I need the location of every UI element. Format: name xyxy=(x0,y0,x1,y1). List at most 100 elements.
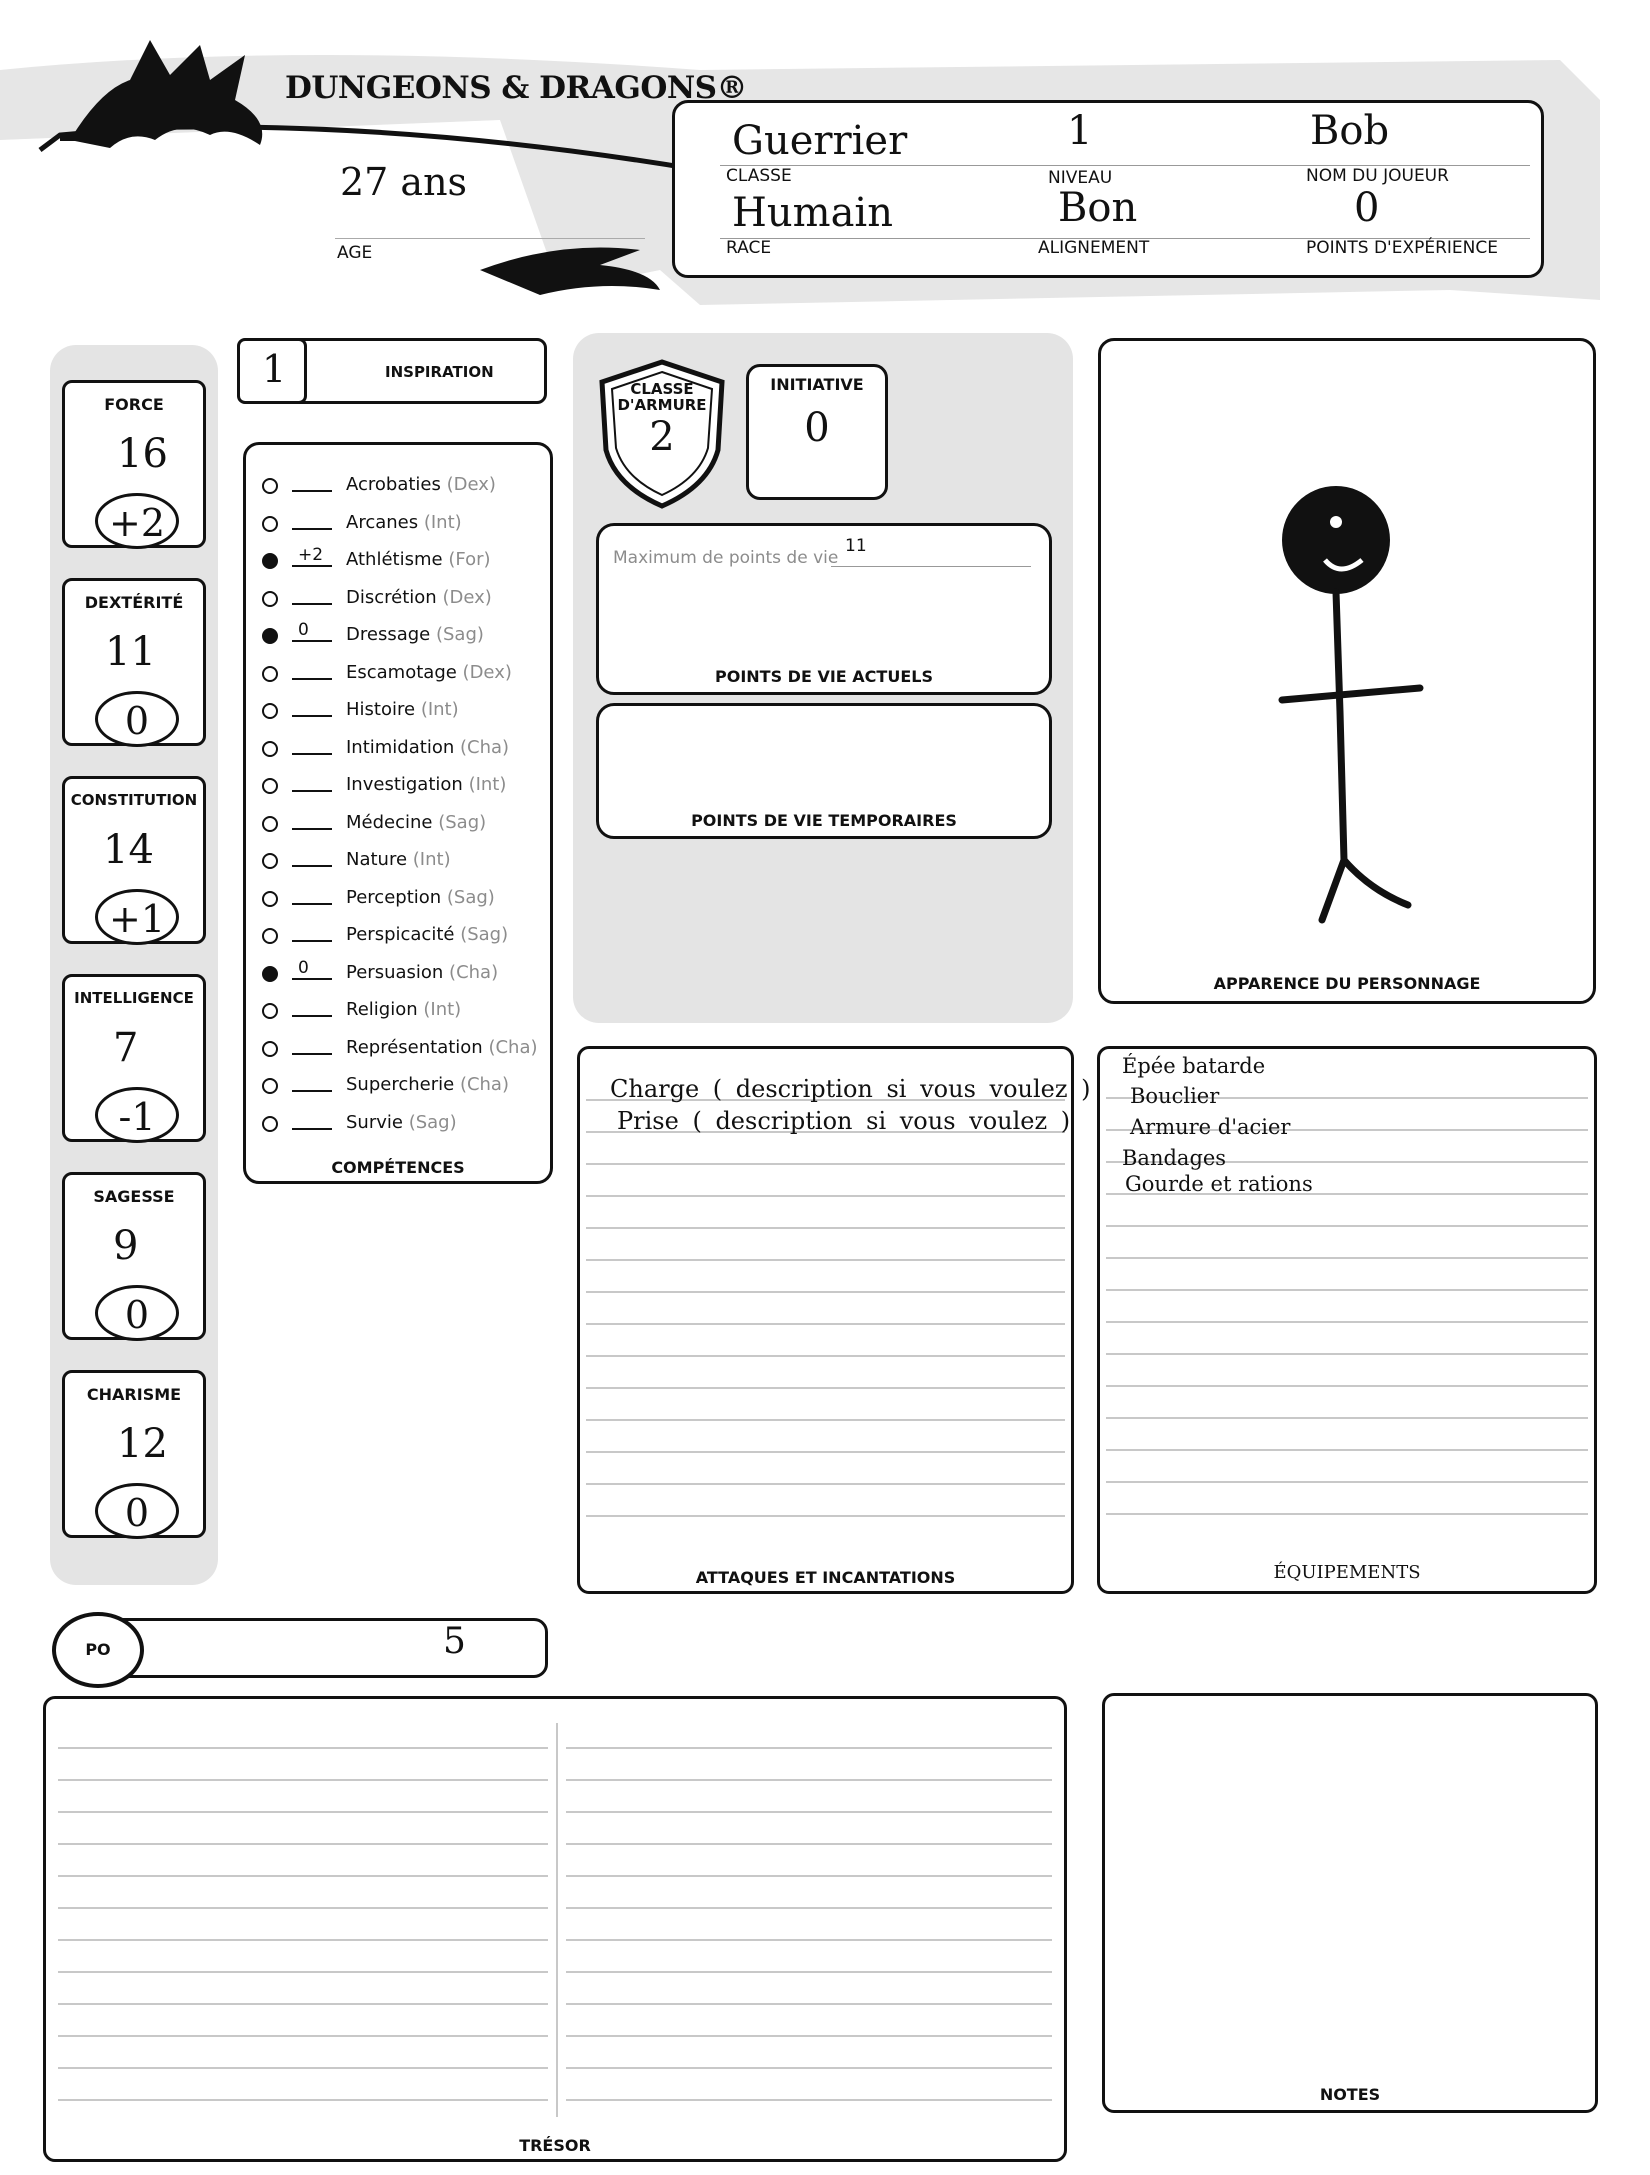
skill-row[interactable]: Histoire (Int) xyxy=(262,699,552,729)
skill-name: Intimidation (Cha) xyxy=(346,737,509,758)
skill-row[interactable]: Supercherie (Cha) xyxy=(262,1074,552,1104)
proficiency-checkbox[interactable] xyxy=(262,1078,278,1094)
skill-row[interactable]: Acrobaties (Dex) xyxy=(262,474,552,504)
ability-score[interactable]: 12 xyxy=(117,1421,168,1467)
ability-score[interactable]: 16 xyxy=(117,431,168,477)
skill-value[interactable]: 0 xyxy=(292,958,332,980)
class-value[interactable]: Guerrier xyxy=(732,118,907,164)
equipment-item[interactable]: Gourde et rations xyxy=(1125,1172,1313,1196)
proficiency-checkbox[interactable] xyxy=(262,553,278,569)
proficiency-checkbox[interactable] xyxy=(262,590,278,607)
equipment-item[interactable]: Bandages xyxy=(1122,1146,1226,1170)
hp-temp-box[interactable]: POINTS DE VIE TEMPORAIRES xyxy=(596,703,1052,839)
treasure-panel[interactable]: TRÉSOR xyxy=(43,1696,1067,2162)
proficiency-checkbox[interactable] xyxy=(262,1115,278,1132)
ability-score[interactable]: 11 xyxy=(105,629,156,675)
ability-modifier[interactable]: +2 xyxy=(95,493,179,549)
hp-max-value[interactable]: 11 xyxy=(845,536,867,556)
proficiency-checkbox[interactable] xyxy=(262,628,278,644)
inspiration-field[interactable]: 1 INSPIRATION xyxy=(237,338,547,404)
proficiency-checkbox[interactable] xyxy=(262,965,278,982)
skill-row[interactable]: Investigation (Int) xyxy=(262,774,552,804)
skill-row[interactable]: Perception (Sag) xyxy=(262,887,552,917)
skill-row[interactable]: Survie (Sag) xyxy=(262,1112,552,1142)
skill-value[interactable] xyxy=(292,695,332,717)
gold-field[interactable]: 5 xyxy=(88,1618,548,1678)
ability-modifier[interactable]: +1 xyxy=(95,889,179,945)
skill-row[interactable]: Escamotage (Dex) xyxy=(262,662,552,692)
level-value[interactable]: 1 xyxy=(1067,108,1092,154)
skill-attribute: (Cha) xyxy=(449,961,499,983)
ability-modifier[interactable]: 0 xyxy=(95,691,179,747)
attack-line-2[interactable]: Prise ( description si vous voulez ) xyxy=(617,1107,1070,1135)
skill-value[interactable] xyxy=(292,1108,332,1130)
skill-row[interactable]: Médecine (Sag) xyxy=(262,812,552,842)
inspiration-value[interactable]: 1 xyxy=(262,347,286,391)
ability-modifier[interactable]: 0 xyxy=(95,1483,179,1539)
initiative-value[interactable]: 0 xyxy=(749,405,885,451)
proficiency-checkbox[interactable] xyxy=(262,928,278,944)
skill-value[interactable] xyxy=(292,770,332,792)
proficiency-checkbox[interactable] xyxy=(262,515,278,532)
ability-score[interactable]: 9 xyxy=(113,1223,138,1269)
skill-row[interactable]: Arcanes (Int) xyxy=(262,512,552,542)
proficiency-checkbox[interactable] xyxy=(262,1040,278,1057)
skill-row[interactable]: Religion (Int) xyxy=(262,999,552,1029)
xp-value[interactable]: 0 xyxy=(1354,185,1379,231)
notes-panel[interactable]: NOTES xyxy=(1102,1693,1598,2113)
proficiency-checkbox[interactable] xyxy=(262,665,278,682)
proficiency-checkbox[interactable] xyxy=(262,703,278,719)
armor-class-shield[interactable]: CLASSE D'ARMURE 2 xyxy=(596,358,728,510)
skill-value[interactable] xyxy=(292,1070,332,1092)
skill-value[interactable] xyxy=(292,995,332,1017)
treasure-label: TRÉSOR xyxy=(519,2136,591,2155)
armor-class-value[interactable]: 2 xyxy=(596,414,728,460)
skill-label: Médecine xyxy=(346,811,433,833)
proficiency-checkbox[interactable] xyxy=(262,815,278,832)
ability-modifier[interactable]: 0 xyxy=(95,1285,179,1341)
skill-value[interactable] xyxy=(292,733,332,755)
alignment-value[interactable]: Bon xyxy=(1058,185,1137,231)
equipment-item[interactable]: Armure d'acier xyxy=(1130,1115,1290,1139)
skill-value[interactable] xyxy=(292,470,332,492)
skill-row[interactable]: 0 Persuasion (Cha) xyxy=(262,958,552,992)
proficiency-checkbox[interactable] xyxy=(262,478,278,494)
skill-value[interactable] xyxy=(292,883,332,905)
race-value[interactable]: Humain xyxy=(732,190,893,236)
ability-modifier[interactable]: -1 xyxy=(95,1087,179,1143)
gold-badge: PO xyxy=(52,1612,144,1688)
skill-value[interactable]: 0 xyxy=(292,620,332,642)
hp-current-box[interactable]: Maximum de points de vie 11 POINTS DE VI… xyxy=(596,523,1052,695)
skill-name: Acrobaties (Dex) xyxy=(346,474,496,495)
skill-value[interactable] xyxy=(292,808,332,830)
skill-row[interactable]: Nature (Int) xyxy=(262,849,552,879)
skill-label: Histoire xyxy=(346,699,416,720)
skill-value[interactable] xyxy=(292,658,332,680)
skill-value[interactable] xyxy=(292,583,332,605)
skill-value[interactable] xyxy=(292,1033,332,1055)
proficiency-checkbox[interactable] xyxy=(262,740,278,757)
skill-row[interactable]: Perspicacité (Sag) xyxy=(262,924,552,954)
skill-row[interactable]: +2 Athlétisme (For) xyxy=(262,545,552,579)
skill-row[interactable]: Intimidation (Cha) xyxy=(262,737,552,767)
proficiency-checkbox[interactable] xyxy=(262,1003,278,1019)
skill-row[interactable]: 0 Dressage (Sag) xyxy=(262,620,552,654)
attack-line-1[interactable]: Charge ( description si vous voulez ) xyxy=(610,1075,1091,1103)
equipment-item[interactable]: Épée batarde xyxy=(1122,1054,1265,1078)
gold-value[interactable]: 5 xyxy=(443,1621,466,1662)
skill-attribute: (For) xyxy=(448,549,491,570)
skill-row[interactable]: Discrétion (Dex) xyxy=(262,587,552,617)
skill-value[interactable] xyxy=(292,920,332,942)
proficiency-checkbox[interactable] xyxy=(262,890,278,907)
skill-value[interactable]: +2 xyxy=(292,545,332,567)
ability-score[interactable]: 14 xyxy=(103,827,154,873)
equipment-item[interactable]: Bouclier xyxy=(1130,1084,1219,1108)
skill-row[interactable]: Représentation (Cha) xyxy=(262,1037,552,1067)
skill-value[interactable] xyxy=(292,508,332,530)
skill-value[interactable] xyxy=(292,845,332,867)
ability-score[interactable]: 7 xyxy=(113,1025,138,1071)
initiative-box[interactable]: INITIATIVE 0 xyxy=(746,364,888,500)
proficiency-checkbox[interactable] xyxy=(262,778,278,794)
player-name-value[interactable]: Bob xyxy=(1310,108,1389,154)
proficiency-checkbox[interactable] xyxy=(262,853,278,869)
